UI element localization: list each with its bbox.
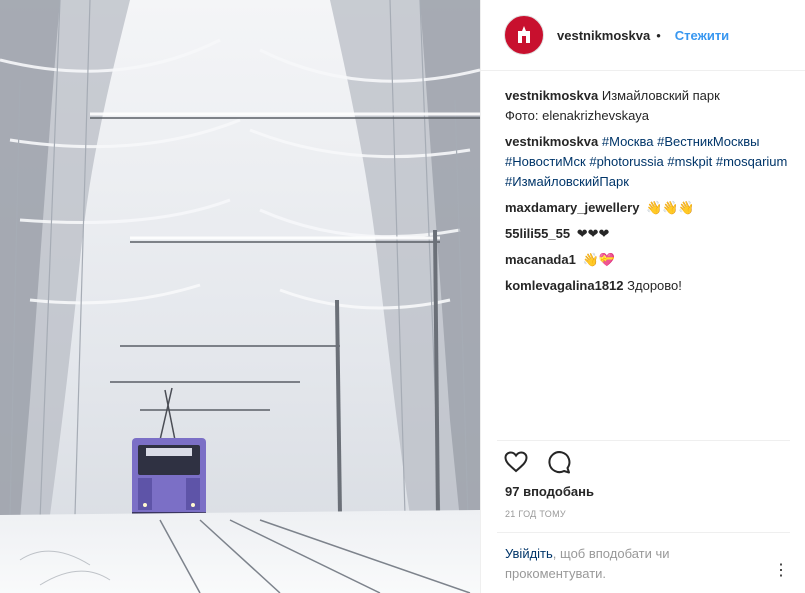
post-photo[interactable] bbox=[0, 0, 480, 593]
likes-count[interactable]: 97 вподобань bbox=[505, 484, 594, 499]
action-icons bbox=[503, 449, 572, 475]
post-timestamp[interactable]: 21 ГОД ТОМУ bbox=[505, 509, 566, 519]
login-link[interactable]: Увійдіть bbox=[505, 546, 553, 561]
login-divider bbox=[497, 532, 790, 533]
hashtag-link[interactable]: #mosqarium bbox=[716, 154, 788, 169]
header-separator: • bbox=[656, 27, 661, 43]
caption-username[interactable]: vestnikmoskva bbox=[505, 88, 598, 103]
hashtag-link[interactable]: #ИзмайловскийПарк bbox=[505, 174, 629, 189]
hashtag-link[interactable]: #НовостиМск bbox=[505, 154, 586, 169]
comment-username[interactable]: vestnikmoskva bbox=[505, 134, 598, 149]
comment-username[interactable]: 55lili55_55 bbox=[505, 226, 570, 241]
comment-text: 👋💝 bbox=[582, 252, 615, 267]
login-prompt: Увійдіть, щоб вподобати чи прокоментуват… bbox=[505, 544, 735, 584]
post-sidebar: vestnikmoskva • Стежити vestnikmoskva Из… bbox=[480, 0, 805, 593]
comment-username[interactable]: maxdamary_jewellery bbox=[505, 200, 639, 215]
snowy-tram-photo bbox=[0, 0, 480, 593]
comment-item: 55lili55_55 ❤❤❤ bbox=[505, 224, 790, 244]
comment-username[interactable]: komlevagalina1812 bbox=[505, 278, 624, 293]
comment-item: macanada1 👋💝 bbox=[505, 250, 790, 270]
more-options-icon[interactable]: ⋮ bbox=[773, 560, 790, 580]
hashtag-link[interactable]: #Москва bbox=[602, 134, 654, 149]
hashtag-comment: vestnikmoskva #Москва #ВестникМосквы #Но… bbox=[505, 132, 790, 192]
actions-divider bbox=[497, 440, 790, 441]
comment-item: maxdamary_jewellery 👋👋👋 bbox=[505, 198, 790, 218]
avatar[interactable] bbox=[504, 15, 544, 55]
hashtag-link[interactable]: #mskpit bbox=[667, 154, 712, 169]
caption-photo-credit: Фото: elenakrizhevskaya bbox=[505, 108, 650, 123]
comment-item: komlevagalina1812 Здорово! bbox=[505, 276, 790, 296]
caption: vestnikmoskva Измайловский парк Фото: el… bbox=[505, 86, 790, 126]
comment-text: Здорово! bbox=[627, 278, 682, 293]
hashtag-link[interactable]: #ВестникМосквы bbox=[657, 134, 759, 149]
comment-username[interactable]: macanada1 bbox=[505, 252, 576, 267]
header-username[interactable]: vestnikmoskva bbox=[557, 28, 650, 43]
heart-icon[interactable] bbox=[503, 449, 529, 475]
caption-text: Измайловский парк bbox=[601, 88, 720, 103]
comments-list: vestnikmoskva Измайловский парк Фото: el… bbox=[505, 86, 790, 302]
comment-icon[interactable] bbox=[546, 449, 572, 475]
hashtag-link[interactable]: #photorussia bbox=[589, 154, 663, 169]
comment-text: ❤❤❤ bbox=[576, 226, 610, 241]
follow-button[interactable]: Стежити bbox=[675, 28, 729, 43]
post-header: vestnikmoskva • Стежити bbox=[481, 0, 805, 71]
comment-text: 👋👋👋 bbox=[646, 200, 695, 215]
kremlin-logo-icon bbox=[518, 26, 530, 43]
